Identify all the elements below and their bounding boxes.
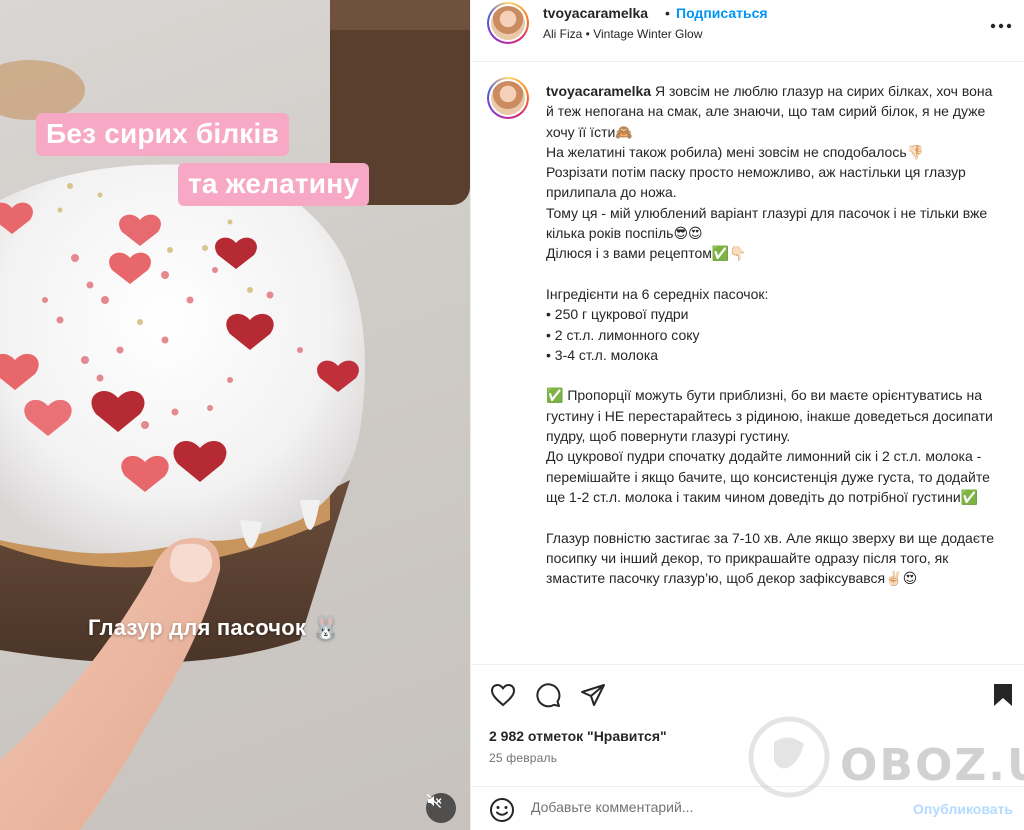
more-options-button[interactable]	[989, 14, 1013, 38]
caption-text: tvoyacaramelka Я зовсім не люблю глазур …	[546, 81, 996, 588]
author-avatar[interactable]	[487, 2, 529, 44]
follow-button[interactable]: Подписаться	[676, 5, 768, 21]
caption-line: • 3-4 ст.л. молока	[546, 346, 659, 363]
comment-button[interactable]	[534, 681, 562, 709]
share-icon	[581, 684, 605, 706]
post-media[interactable]: Без сирих білків та желатину Глазур для …	[0, 0, 470, 830]
caption-line: Розрізати потім паску просто неможливо, …	[546, 164, 966, 201]
caption-line: На желатині також робила) мені зовсім не…	[546, 143, 925, 160]
caption-line: • 2 ст.л. лимонного соку	[546, 326, 700, 343]
caption-line	[546, 507, 996, 527]
post-panel: tvoyacaramelka • Подписаться Ali Fiza • …	[470, 0, 1024, 830]
like-button[interactable]	[489, 681, 517, 709]
caption-line: Ділюся і з вами рецептом✅👇🏻	[546, 245, 747, 262]
separator-dot: •	[665, 5, 670, 21]
caption-line: Інгредієнти на 6 середніх пасочок:	[546, 285, 769, 302]
save-button[interactable]	[989, 681, 1017, 709]
share-button[interactable]	[579, 681, 607, 709]
mute-button[interactable]	[426, 793, 456, 823]
post-date[interactable]: 25 февраль	[489, 751, 557, 765]
emoji-icon[interactable]	[489, 797, 515, 823]
caption-avatar[interactable]	[487, 77, 529, 119]
speaker-muted-icon	[426, 793, 442, 809]
bookmark-icon	[994, 684, 1012, 706]
watermark-text: OBOZ.UA	[840, 740, 1024, 791]
post-caption: tvoyacaramelka Я зовсім не люблю глазур …	[471, 63, 1024, 663]
caption-line	[546, 264, 996, 284]
caption-username[interactable]: tvoyacaramelka	[546, 83, 651, 99]
post-header: tvoyacaramelka • Подписаться Ali Fiza • …	[471, 0, 1024, 62]
heart-icon	[490, 683, 516, 707]
media-caption-bottom: Глазур для пасочок 🐰	[88, 615, 341, 640]
caption-line: Глазур повністю застигає за 7-10 хв. Але…	[546, 529, 994, 587]
caption-line: Тому ця - мій улюблений варіант глазурі …	[546, 204, 988, 242]
caption-line	[546, 365, 996, 385]
caption-line: • 250 г цукрової пудри	[546, 306, 689, 323]
media-caption-top-2: та желатину	[178, 163, 370, 206]
media-caption-top-1: Без сирих білків	[36, 113, 289, 156]
comment-icon	[536, 683, 561, 708]
more-icon	[990, 23, 1012, 29]
author-username[interactable]: tvoyacaramelka	[543, 5, 648, 21]
likes-count[interactable]: 2 982 отметок "Нравится"	[489, 728, 667, 744]
publish-button[interactable]: Опубликовать	[913, 801, 1013, 817]
caption-line: До цукрової пудри спочатку додайте лимон…	[546, 448, 990, 505]
audio-info[interactable]: Ali Fiza • Vintage Winter Glow	[543, 27, 702, 41]
caption-line: ✅ Пропорції можуть бути приблизні, бо ви…	[546, 387, 993, 445]
